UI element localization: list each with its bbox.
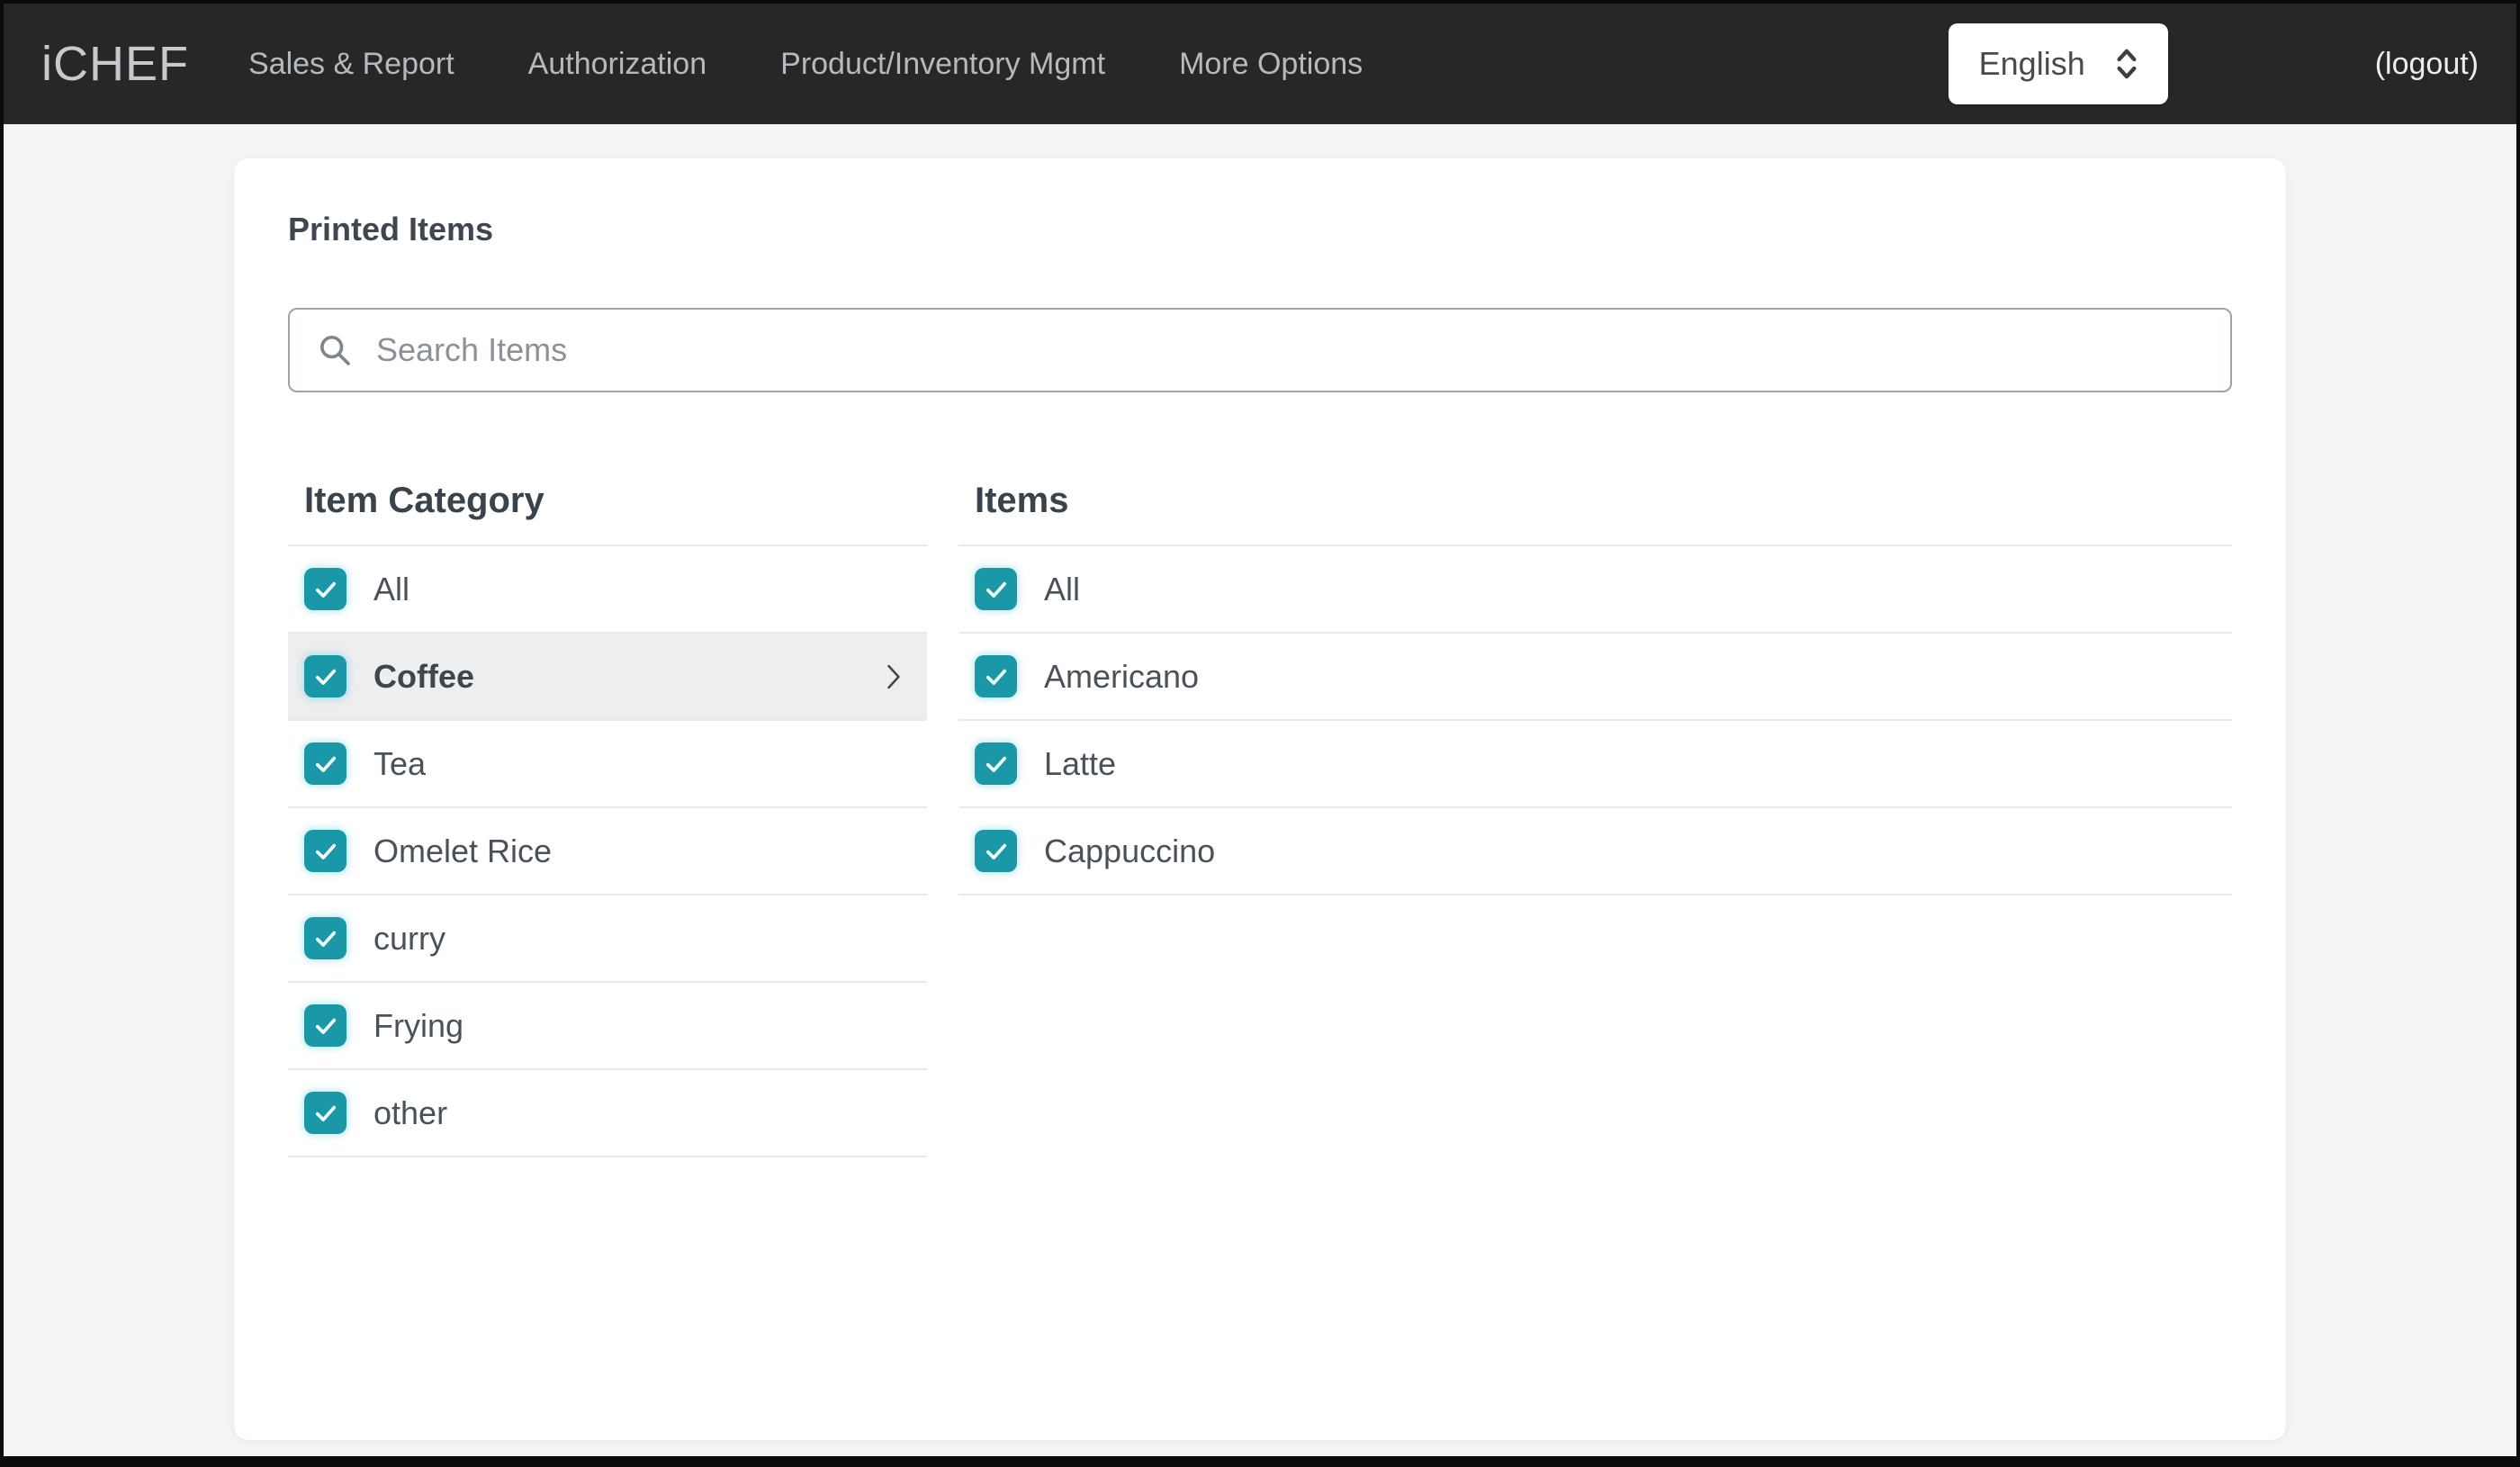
category-label-all: All — [374, 570, 410, 608]
category-row-omelet-rice[interactable]: Omelet Rice — [288, 808, 927, 896]
chevron-right-icon — [882, 660, 905, 694]
item-row-americano[interactable]: Americano — [958, 634, 2232, 721]
nav-item-product-inventory-mgmt[interactable]: Product/Inventory Mgmt — [780, 47, 1105, 82]
page-body: Printed Items Item Category All Coffee Tea… — [4, 124, 2516, 1440]
item-row-cappuccino[interactable]: Cappuccino — [958, 808, 2232, 896]
item-label-americano: Americano — [1044, 657, 1200, 695]
items-list: All Americano Latte Cappuccino — [958, 544, 2232, 896]
category-checkbox-omelet-rice[interactable] — [304, 830, 346, 872]
search-input[interactable] — [374, 330, 2203, 370]
nav-item-sales-report[interactable]: Sales & Report — [248, 47, 454, 82]
items-column-header: Items — [975, 481, 1069, 520]
category-row-other[interactable]: other — [288, 1070, 927, 1157]
category-row-curry[interactable]: curry — [288, 896, 927, 983]
item-row-all[interactable]: All — [958, 546, 2232, 634]
logout-link[interactable]: (logout) — [2375, 47, 2479, 82]
category-checkbox-tea[interactable] — [304, 742, 346, 785]
nav-item-authorization[interactable]: Authorization — [528, 47, 706, 82]
selection-columns: Item Category All Coffee Tea Omelet Rice cur… — [288, 481, 2232, 1157]
item-row-latte[interactable]: Latte — [958, 721, 2232, 808]
page-title: Printed Items — [288, 211, 494, 248]
item-label-cappuccino: Cappuccino — [1044, 832, 1216, 869]
category-label-omelet-rice: Omelet Rice — [374, 832, 553, 869]
category-label-frying: Frying — [374, 1006, 464, 1044]
category-checkbox-coffee[interactable] — [304, 655, 346, 698]
updown-chevrons-icon — [2109, 44, 2145, 84]
brand-logo[interactable]: iCHEF — [41, 36, 189, 92]
category-checkbox-all[interactable] — [304, 568, 346, 610]
category-label-other: other — [374, 1094, 448, 1131]
item-checkbox-latte[interactable] — [975, 742, 1017, 785]
item-checkbox-all[interactable] — [975, 568, 1017, 610]
nav-item-more-options[interactable]: More Options — [1179, 47, 1363, 82]
item-label-all: All — [1044, 570, 1081, 608]
category-column: Item Category All Coffee Tea Omelet Rice cur… — [288, 481, 927, 1157]
items-column: Items All Americano Latte Cappuccino — [958, 481, 2232, 1157]
category-row-frying[interactable]: Frying — [288, 983, 927, 1070]
app-window: iCHEF Sales & Report Authorization Product… — [0, 0, 2520, 1467]
category-label-tea: Tea — [374, 744, 427, 782]
category-row-coffee[interactable]: Coffee — [288, 634, 927, 721]
top-nav: iCHEF Sales & Report Authorization Product… — [4, 4, 2516, 124]
category-checkbox-other[interactable] — [304, 1092, 346, 1134]
nav-right: English (logout) — [1948, 23, 2479, 104]
category-checkbox-curry[interactable] — [304, 917, 346, 959]
printed-items-card: Printed Items Item Category All Coffee Tea… — [234, 158, 2286, 1440]
category-row-all[interactable]: All — [288, 546, 927, 634]
category-list: All Coffee Tea Omelet Rice curry Frying other — [288, 544, 927, 1157]
search-box[interactable] — [288, 308, 2232, 392]
language-select-value: English — [1978, 45, 2085, 82]
search-icon — [317, 332, 353, 368]
category-label-coffee: Coffee — [374, 657, 475, 695]
category-column-header: Item Category — [304, 481, 544, 520]
nav-menu: Sales & Report Authorization Product/Inven… — [248, 47, 1363, 82]
language-select[interactable]: English — [1948, 23, 2168, 104]
item-label-latte: Latte — [1044, 744, 1117, 782]
item-checkbox-cappuccino[interactable] — [975, 830, 1017, 872]
item-checkbox-americano[interactable] — [975, 655, 1017, 698]
username-redacted — [2168, 37, 2375, 91]
category-checkbox-frying[interactable] — [304, 1004, 346, 1047]
category-row-tea[interactable]: Tea — [288, 721, 927, 808]
category-label-curry: curry — [374, 919, 446, 957]
